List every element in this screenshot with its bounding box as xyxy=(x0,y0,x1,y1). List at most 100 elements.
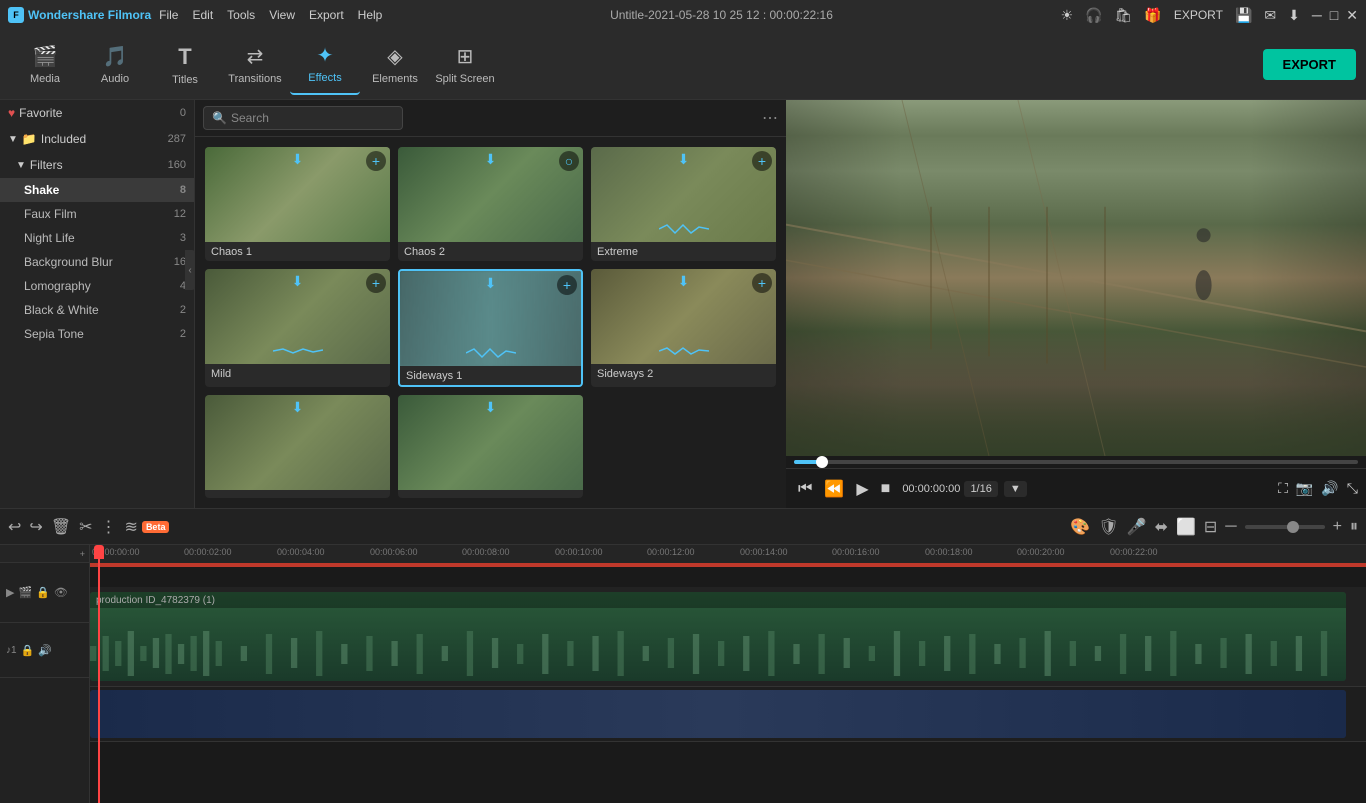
effect-chaos1[interactable]: + ⬇ Chaos 1 xyxy=(205,147,390,261)
tab-audio[interactable]: 🎵 Audio xyxy=(80,35,150,95)
minimize-button[interactable]: ─ xyxy=(1312,7,1322,24)
preview-progress-bar[interactable] xyxy=(794,460,1358,464)
tab-media[interactable]: 🎬 Media xyxy=(10,35,80,95)
headset-icon[interactable]: 🎧 xyxy=(1085,7,1102,24)
mic-icon[interactable]: 🎤 xyxy=(1127,517,1147,537)
screenshot-icon[interactable]: 📷 xyxy=(1296,480,1313,497)
effect-extra1-thumb: ⬇ xyxy=(205,395,390,490)
page-info[interactable]: 1/16 xyxy=(964,481,997,497)
zoom-slider[interactable] xyxy=(1245,525,1325,529)
effect-extra1[interactable]: ⬇ xyxy=(205,395,390,498)
filter-faux-film[interactable]: Faux Film 12 xyxy=(0,202,194,226)
favorite-count: 0 xyxy=(180,107,186,119)
undo-button[interactable]: ↩ xyxy=(8,517,21,537)
night-life-label: Night Life xyxy=(24,231,75,245)
video-lock-icon[interactable]: 🔒 xyxy=(36,586,50,599)
sun-icon[interactable]: ☀ xyxy=(1061,7,1074,24)
close-button[interactable]: ✕ xyxy=(1346,7,1358,24)
video-hide-icon[interactable]: 👁 xyxy=(54,586,68,599)
app-logo: F Wondershare Filmora xyxy=(8,7,151,23)
tab-elements[interactable]: ◈ Elements xyxy=(360,35,430,95)
zoom-out-icon[interactable]: ─ xyxy=(1225,518,1236,536)
export-button[interactable]: EXPORT xyxy=(1263,49,1356,80)
effect-chaos2[interactable]: ○ ⬇ Chaos 2 xyxy=(398,147,583,261)
filters-arrow: ▼ xyxy=(16,160,26,171)
shield-icon[interactable]: 🛡 xyxy=(1098,517,1118,537)
menu-tools[interactable]: Tools xyxy=(227,8,255,22)
merge-icon[interactable]: ⬌ xyxy=(1155,517,1168,537)
favorite-section[interactable]: ♥ Favorite 0 xyxy=(0,100,194,126)
effect-sideways2[interactable]: + ⬇ Sideways 2 xyxy=(591,269,776,387)
audio-button[interactable]: ≋ Beta xyxy=(125,517,170,537)
volume-icon[interactable]: 🔊 xyxy=(1321,480,1338,497)
effect-sideways1-add[interactable]: + xyxy=(557,275,577,295)
tab-split-screen[interactable]: ⊞ Split Screen xyxy=(430,35,500,95)
download-icon[interactable]: ⬇ xyxy=(1288,7,1300,24)
cut-button[interactable]: ✂ xyxy=(79,517,92,537)
menu-export[interactable]: Export xyxy=(309,8,344,22)
audio-mute-icon[interactable]: 🔊 xyxy=(38,644,52,657)
filter-shake[interactable]: Shake 8 xyxy=(0,178,194,202)
fullscreen-icon[interactable]: ⛶ xyxy=(1278,480,1288,497)
effect-mild[interactable]: + ⬇ Mild xyxy=(205,269,390,387)
login-button[interactable]: EXPORT xyxy=(1174,8,1223,22)
filter-sepia-tone[interactable]: Sepia Tone 2 xyxy=(0,322,194,346)
settings-icon[interactable]: ⤡ xyxy=(1347,480,1358,497)
tab-effects[interactable]: ✦ Effects xyxy=(290,35,360,95)
effect-sideways1-download: ⬇ xyxy=(485,275,497,292)
color-grading-icon[interactable]: 🎨 xyxy=(1070,517,1090,537)
media-label: Media xyxy=(30,73,60,85)
filters-count: 160 xyxy=(168,159,186,171)
timecode-display: 00:00:00:00 xyxy=(902,483,960,495)
effect-extra2[interactable]: ⬇ xyxy=(398,395,583,498)
page-dropdown[interactable]: ▼ xyxy=(1004,481,1027,497)
effect-sideways2-add[interactable]: + xyxy=(752,273,772,293)
tab-transitions[interactable]: ⇄ Transitions xyxy=(220,35,290,95)
filter-background-blur[interactable]: Background Blur 16 xyxy=(0,250,194,274)
shop-icon[interactable]: 🛍 xyxy=(1115,7,1133,24)
playhead[interactable] xyxy=(98,545,100,803)
audio-lock-icon[interactable]: 🔒 xyxy=(21,644,35,657)
pause-all-icon[interactable]: ⏸ xyxy=(1350,518,1358,536)
effect-mild-add[interactable]: + xyxy=(366,273,386,293)
menu-view[interactable]: View xyxy=(269,8,295,22)
zoom-in-icon[interactable]: + xyxy=(1333,518,1342,536)
mosaic-icon[interactable]: ⊟ xyxy=(1204,517,1217,537)
menu-help[interactable]: Help xyxy=(358,8,383,22)
effect-chaos1-add[interactable]: + xyxy=(366,151,386,171)
progress-thumb[interactable] xyxy=(816,456,828,468)
effect-chaos2-add[interactable]: ○ xyxy=(559,151,579,171)
tab-titles[interactable]: T Titles xyxy=(150,35,220,95)
filter-lomography[interactable]: Lomography 4 xyxy=(0,274,194,298)
subtitle-icon[interactable]: ⬜ xyxy=(1176,517,1196,537)
grid-toggle-button[interactable]: ⋯ xyxy=(762,108,778,128)
step-back-button[interactable]: ⏮ xyxy=(794,480,816,498)
video-clip[interactable]: production ID_4782379 (1) xyxy=(90,592,1346,681)
delete-button[interactable]: 🗑 xyxy=(51,517,71,537)
panel-collapse-button[interactable]: ‹ xyxy=(185,250,195,290)
effect-extreme[interactable]: + ⬇ Extreme xyxy=(591,147,776,261)
play-button[interactable]: ▶ xyxy=(852,479,872,499)
add-track-button[interactable]: + xyxy=(80,549,85,559)
menu-edit[interactable]: Edit xyxy=(192,8,213,22)
save-icon[interactable]: 💾 xyxy=(1235,7,1252,24)
zoom-thumb[interactable] xyxy=(1287,521,1299,533)
split-button[interactable]: ⋮ xyxy=(101,517,117,537)
effect-extreme-add[interactable]: + xyxy=(752,151,772,171)
restore-button[interactable]: □ xyxy=(1330,7,1338,24)
prev-frame-button[interactable]: ⏪ xyxy=(820,479,848,499)
video-track-play-icon[interactable]: ▶ xyxy=(6,586,14,599)
timeline-content: + ▶ 🎬 🔒 👁 ♪1 🔒 🔊 00:00:00:00 xyxy=(0,545,1366,803)
mail-icon[interactable]: ✉ xyxy=(1264,7,1276,24)
search-box[interactable]: 🔍 Search xyxy=(203,106,403,130)
stop-button[interactable]: ■ xyxy=(877,480,895,498)
redo-button[interactable]: ↪ xyxy=(29,517,42,537)
included-section[interactable]: ▼ 📁 Included 287 xyxy=(0,126,194,152)
gift-icon[interactable]: 🎁 xyxy=(1144,7,1161,24)
menu-file[interactable]: File xyxy=(159,8,178,22)
audio-clip[interactable] xyxy=(90,690,1346,738)
effect-sideways1[interactable]: + ⬇ Sideways 1 xyxy=(398,269,583,387)
filter-night-life[interactable]: Night Life 3 xyxy=(0,226,194,250)
filter-black-white[interactable]: Black & White 2 xyxy=(0,298,194,322)
filters-section[interactable]: ▼ Filters 160 xyxy=(0,152,194,178)
